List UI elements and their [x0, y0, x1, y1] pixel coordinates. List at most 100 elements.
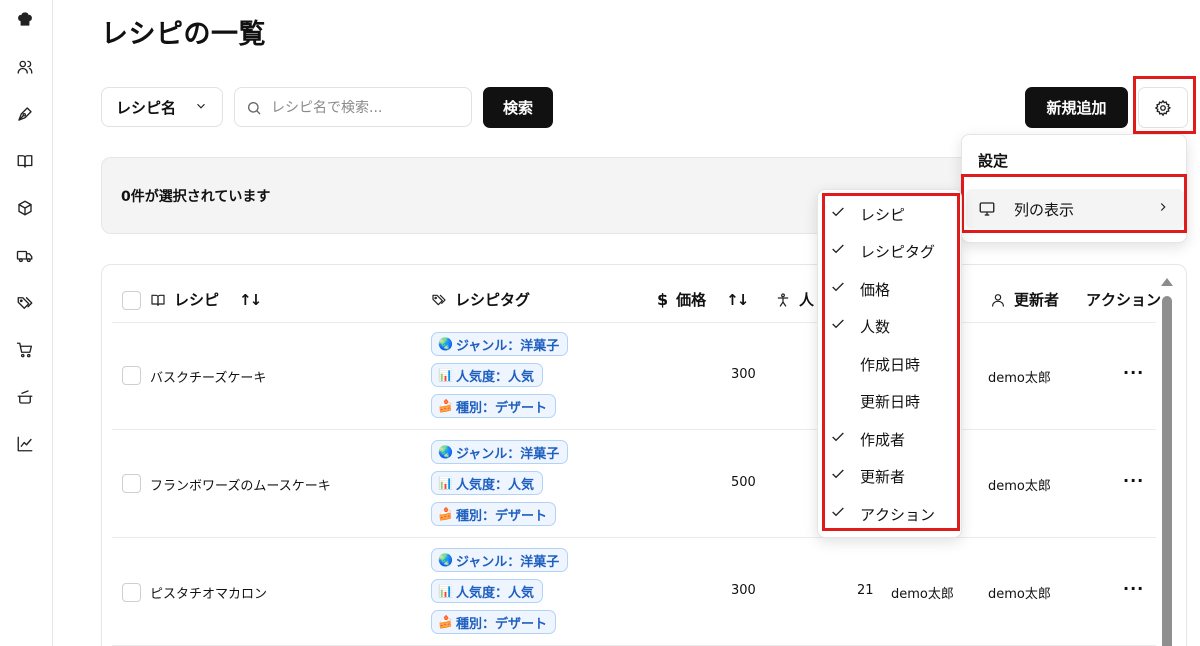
column-option-label: 人数 [860, 318, 891, 336]
table-scrollbar[interactable] [1161, 278, 1173, 646]
globe-icon: 🌏 [438, 445, 453, 459]
column-option-label: レシピ [860, 206, 906, 224]
row-actions-button[interactable]: ··· [1123, 471, 1144, 490]
recipe-tag[interactable]: 🌏 ジャンル：洋菓子 [431, 332, 569, 356]
recipe-tag[interactable]: 🍰 種別：デザート [431, 502, 556, 526]
column-option-created-at[interactable]: 作成日時 [818, 345, 963, 382]
people-cell: 21 [857, 583, 874, 598]
cake-icon: 🍰 [438, 507, 453, 521]
tag-label: 種別：デザート [455, 508, 547, 524]
bar-chart-icon: 📊 [438, 584, 453, 598]
column-header-recipe[interactable]: レシピ ↑↓ [150, 289, 262, 310]
tag-label: 人気度：人気 [455, 585, 534, 601]
monitor-icon [978, 200, 996, 222]
column-option-label: 更新日時 [860, 393, 921, 411]
column-header-price[interactable]: $ 価格 ↑↓ [657, 289, 749, 310]
column-header-people[interactable]: 人 [775, 289, 814, 310]
cake-icon: 🍰 [438, 399, 453, 413]
column-option-label: 価格 [860, 281, 891, 299]
tag-label: 人気度：人気 [455, 369, 534, 385]
scroll-up-arrow-icon[interactable] [1161, 278, 1173, 286]
filter-select[interactable]: レシピ名 [101, 87, 223, 127]
column-option-recipe-tag[interactable]: レシピタグ [818, 232, 963, 269]
bar-chart-icon: 📊 [438, 368, 453, 382]
column-option-price[interactable]: 価格 [818, 270, 963, 307]
chart-icon[interactable] [14, 433, 36, 455]
recipe-name[interactable]: バスクチーズケーキ [150, 367, 266, 386]
row-divider [112, 429, 1156, 430]
recipe-tag[interactable]: 🍰 種別：デザート [431, 610, 556, 634]
price-cell: 300 [731, 583, 756, 598]
row-actions-button[interactable]: ··· [1123, 363, 1144, 382]
recipe-name[interactable]: フランボワーズのムースケーキ [150, 475, 331, 494]
cart-icon[interactable] [14, 339, 36, 361]
tags-icon[interactable] [14, 292, 36, 314]
gear-icon [1154, 99, 1172, 116]
column-option-label: レシピタグ [860, 243, 936, 261]
column-header-updater[interactable]: 更新者 [990, 289, 1059, 310]
column-option-creator[interactable]: 作成者 [818, 420, 963, 457]
column-option-label: 作成日時 [860, 356, 921, 374]
column-option-action[interactable]: アクション [818, 495, 963, 532]
book-icon[interactable] [14, 150, 36, 172]
column-header-tags[interactable]: レシピタグ [431, 289, 530, 310]
settings-button[interactable] [1138, 87, 1188, 128]
recipe-name[interactable]: ピスタチオマカロン [150, 583, 267, 602]
recipe-tag[interactable]: 🌏 ジャンル：洋菓子 [431, 440, 569, 464]
sort-icon[interactable]: ↑↓ [239, 291, 262, 309]
chevron-down-icon [194, 99, 208, 117]
tag-label: ジャンル：洋菓子 [455, 446, 560, 462]
bar-chart-icon: 📊 [438, 476, 453, 490]
sort-icon[interactable]: ↑↓ [726, 291, 749, 309]
column-option-people[interactable]: 人数 [818, 307, 963, 344]
box-icon[interactable] [14, 197, 36, 219]
chevron-right-icon [1156, 200, 1170, 218]
column-header-label: 更新者 [1014, 291, 1060, 309]
row-actions-button[interactable]: ··· [1123, 579, 1144, 598]
updater-cell: demo太郎 [988, 587, 1051, 602]
pen-icon[interactable] [14, 103, 36, 125]
check-icon [830, 504, 846, 524]
column-option-label: アクション [860, 506, 936, 524]
search-field[interactable] [234, 87, 472, 127]
check-icon [830, 316, 846, 336]
tag-label: ジャンル：洋菓子 [455, 338, 560, 354]
row-checkbox[interactable] [122, 366, 141, 385]
search-icon [248, 102, 261, 115]
recipe-tag[interactable]: 📊 人気度：人気 [431, 579, 543, 603]
recipe-tag[interactable]: 🌏 ジャンル：洋菓子 [431, 548, 569, 572]
select-all-checkbox[interactable] [122, 291, 141, 310]
add-new-button[interactable]: 新規追加 [1025, 87, 1128, 128]
column-option-recipe[interactable]: レシピ [818, 195, 963, 232]
row-divider [112, 322, 1156, 323]
truck-icon[interactable] [14, 245, 36, 267]
users-icon[interactable] [14, 56, 36, 78]
row-divider [112, 537, 1156, 538]
filter-select-value: レシピ名 [116, 98, 177, 117]
column-option-label: 作成者 [860, 431, 906, 449]
search-input[interactable] [271, 96, 461, 120]
column-visibility-menu-item[interactable]: 列の表示 [966, 189, 1184, 229]
tags-icon [432, 294, 446, 305]
updater-cell: demo太郎 [988, 371, 1051, 386]
updater-cell: demo太郎 [988, 479, 1051, 494]
chef-hat-icon[interactable] [14, 8, 36, 30]
person-icon [777, 292, 789, 307]
pot-icon[interactable] [14, 386, 36, 408]
globe-icon: 🌏 [438, 553, 453, 567]
scroll-thumb[interactable] [1162, 296, 1172, 646]
recipe-tag[interactable]: 📊 人気度：人気 [431, 363, 543, 387]
dollar-icon: $ [657, 290, 669, 309]
column-option-updater[interactable]: 更新者 [818, 457, 963, 494]
row-checkbox[interactable] [122, 583, 141, 602]
row-checkbox[interactable] [122, 474, 141, 493]
column-option-updated-at[interactable]: 更新日時 [818, 382, 963, 419]
column-header-label: アクション [1086, 291, 1162, 309]
recipe-tag[interactable]: 📊 人気度：人気 [431, 471, 543, 495]
column-header-label: レシピ [174, 291, 220, 309]
cake-icon: 🍰 [438, 615, 453, 629]
search-button[interactable]: 検索 [483, 87, 553, 128]
recipe-tag[interactable]: 🍰 種別：デザート [431, 394, 556, 418]
tag-label: 種別：デザート [455, 400, 547, 416]
book-icon [151, 294, 165, 306]
